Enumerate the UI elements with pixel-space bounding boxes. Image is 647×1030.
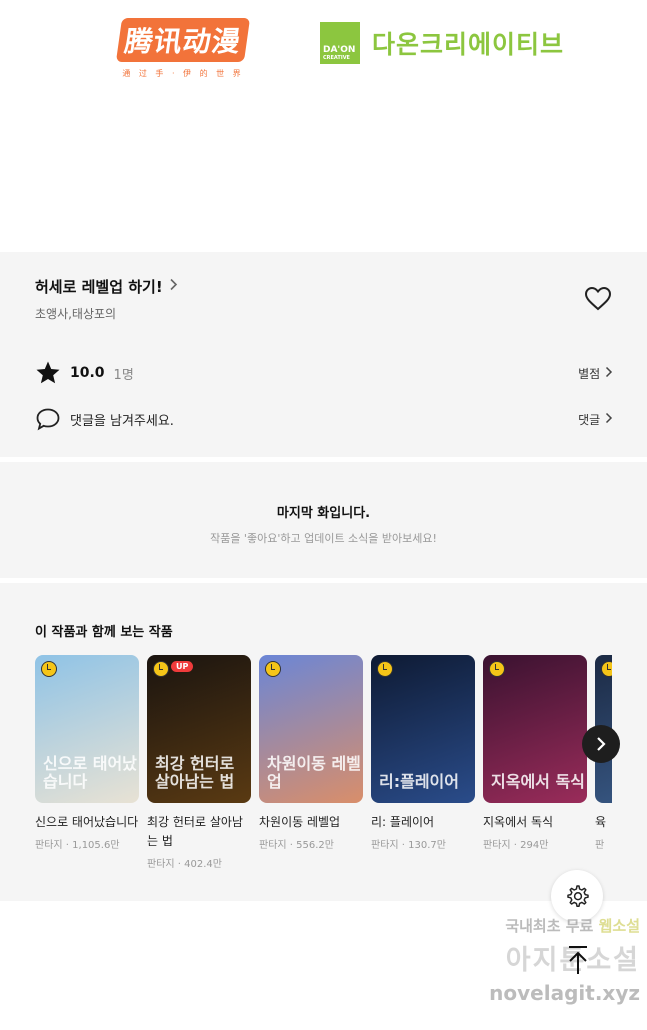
tencent-logo-text: 腾讯动漫 <box>115 18 251 62</box>
recommendation-meta: 판타지 · 556.2만 <box>259 836 363 851</box>
work-title-link[interactable]: 허세로 레벨업 하기! <box>35 276 178 297</box>
recommendation-views: 556.2만 <box>296 840 334 851</box>
recommendation-title[interactable]: 지옥에서 독식 <box>483 813 587 832</box>
recommendation-views: 1,105.6만 <box>72 840 120 851</box>
watermark-line2: 아지툰소설 <box>505 945 640 976</box>
clock-icon <box>41 661 57 677</box>
recommendation-title[interactable]: 육 <box>595 813 612 832</box>
recommendation-views: 294만 <box>520 840 549 851</box>
rating-row: 10.0 1명 별점 <box>35 360 613 386</box>
cover-title-art: 리:플레이어 <box>379 772 459 791</box>
recommendation-genre: 판 <box>595 840 605 851</box>
recommendations-heading: 이 작품과 함께 보는 작품 <box>35 625 173 640</box>
cover-title-art: 지옥에서 독식 <box>491 772 585 791</box>
recommendation-card[interactable]: 리:플레이어리: 플레이어판타지 · 130.7만 <box>371 655 475 851</box>
daon-logo-mark: DA'ON CREATIVE <box>320 22 360 64</box>
recommendation-title[interactable]: 신으로 태어났습니다 <box>35 813 139 832</box>
recommendation-card[interactable]: UP 최강 헌터로 살아남는 법 최강 헌터로 살아남는 법 판타지 · 402.4만 <box>147 655 251 870</box>
last-episode-heading: 마지막 화입니다. <box>276 506 371 521</box>
meta-separator: · <box>174 859 185 870</box>
rating-score: 10.0 <box>70 365 105 381</box>
heart-outline-icon[interactable] <box>584 286 612 312</box>
recommendation-card[interactable]: 신으로 태어났습니다 신으로 태어났습니다 판타지 · 1,105.6만 <box>35 655 139 851</box>
recommendation-meta: 판타지 · 294만 <box>483 836 587 851</box>
watermark-line1-highlight: 웹소설 <box>598 917 640 935</box>
recommendation-views: 402.4만 <box>184 859 222 870</box>
logo-banner: 腾讯动漫 通 过 手 · 伊 的 世 界 DA'ON CREATIVE 다온크리… <box>0 0 647 250</box>
recommendation-genre: 판타지 <box>371 840 399 851</box>
arrow-up-icon <box>569 946 587 974</box>
work-title: 허세로 레벨업 하기! <box>35 278 163 296</box>
cover-image[interactable]: 지옥에서 독식 <box>483 655 587 803</box>
comment-link[interactable]: 댓글 <box>578 411 613 428</box>
recommendation-title[interactable]: 차원이동 레벨업 <box>259 813 363 832</box>
last-episode-subtext: 작품을 '좋아요'하고 업데이트 소식을 받아보세요! <box>210 532 437 545</box>
daon-logo-name: 다온크리에이티브 <box>372 30 565 59</box>
recommendation-card[interactable]: 지옥에서 독식 지옥에서 독식 판타지 · 294만 <box>483 655 587 851</box>
daon-creative-logo: DA'ON CREATIVE 다온크리에이티브 <box>320 21 564 65</box>
star-icon <box>35 360 61 386</box>
comment-prompt: 댓글을 남겨주세요. <box>70 413 174 429</box>
clock-icon <box>601 661 612 677</box>
cover-image[interactable]: 차원이동 레벨업 <box>259 655 363 803</box>
clock-icon <box>377 661 393 677</box>
cover-title-art: 최강 헌터로 살아남는 법 <box>155 754 235 791</box>
watermark: 국내최초 무료 웹소설 아지툰소설 novelagit.xyz <box>435 915 640 1005</box>
clock-icon <box>489 661 505 677</box>
meta-separator: · <box>510 840 521 851</box>
recommendation-meta: 판타지 · 402.4만 <box>147 855 251 870</box>
chevron-right-icon <box>597 737 606 751</box>
gear-icon <box>567 885 589 907</box>
watermark-line1-prefix: 국내최초 무료 <box>505 917 594 935</box>
clock-icon <box>153 661 169 677</box>
recommendation-genre: 판타지 <box>483 840 511 851</box>
cover-title-art: 차원이동 레벨업 <box>267 754 361 791</box>
scroll-to-top-button[interactable] <box>558 942 598 978</box>
chevron-right-icon <box>605 366 613 377</box>
recommendation-genre: 판타지 <box>35 840 63 851</box>
cover-image[interactable]: UP 최강 헌터로 살아남는 법 <box>147 655 251 803</box>
recommendations-carousel[interactable]: 신으로 태어났습니다 신으로 태어났습니다 판타지 · 1,105.6만 UP 최강 헌… <box>35 655 612 885</box>
update-badge: UP <box>171 661 194 672</box>
cover-image[interactable]: 신으로 태어났습니다 <box>35 655 139 803</box>
meta-separator: · <box>286 840 297 851</box>
recommendation-genre: 판타지 <box>259 840 287 851</box>
chevron-right-icon <box>605 412 613 423</box>
recommendation-title[interactable]: 최강 헌터로 살아남는 법 <box>147 813 251 851</box>
rating-count: 1명 <box>113 367 134 383</box>
watermark-line1: 국내최초 무료 웹소설 <box>435 915 640 936</box>
recommendation-meta: 판타지 · 1,105.6만 <box>35 836 139 851</box>
cover-title-art: 신으로 태어났습니다 <box>43 754 137 791</box>
tencent-logo-subtitle: 通 过 手 · 伊 的 世 界 <box>122 69 244 78</box>
recommendation-meta: 판타지 · 130.7만 <box>371 836 475 851</box>
rate-link[interactable]: 별점 <box>578 365 613 382</box>
work-info-panel: 허세로 레벨업 하기! 초앵사,태상포의 10.0 1명 별점 댓글을 남겨주세… <box>0 252 647 457</box>
tencent-comics-logo: 腾讯动漫 通 过 手 · 伊 的 世 界 <box>112 18 254 78</box>
carousel-next-button[interactable] <box>582 725 620 763</box>
recommendations-section: 이 작품과 함께 보는 작품 신으로 태어났습니다 신으로 태어났습니다 판타지 ·… <box>0 583 647 901</box>
cover-image[interactable]: 리:플레이어 <box>371 655 475 803</box>
daon-mark-line1: DA'ON <box>323 45 356 55</box>
recommendation-views: 130.7만 <box>408 840 446 851</box>
recommendation-card[interactable]: 차원이동 레벨업 차원이동 레벨업 판타지 · 556.2만 <box>259 655 363 851</box>
work-authors: 초앵사,태상포의 <box>35 307 117 321</box>
daon-mark-line2: CREATIVE <box>323 55 350 61</box>
clock-icon <box>265 661 281 677</box>
recommendation-meta: 판 <box>595 836 612 851</box>
last-episode-notice: 마지막 화입니다. 작품을 '좋아요'하고 업데이트 소식을 받아보세요! <box>0 462 647 578</box>
comment-link-label: 댓글 <box>578 412 601 427</box>
rate-link-label: 별점 <box>578 366 601 381</box>
meta-separator: · <box>398 840 409 851</box>
speech-bubble-icon <box>35 407 61 431</box>
comment-row[interactable]: 댓글을 남겨주세요. 댓글 <box>35 406 613 432</box>
chevron-right-icon <box>169 278 178 295</box>
recommendation-title[interactable]: 리: 플레이어 <box>371 813 475 832</box>
recommendation-genre: 판타지 <box>147 859 175 870</box>
watermark-line3: novelagit.xyz <box>489 981 640 1005</box>
meta-separator: · <box>62 840 73 851</box>
